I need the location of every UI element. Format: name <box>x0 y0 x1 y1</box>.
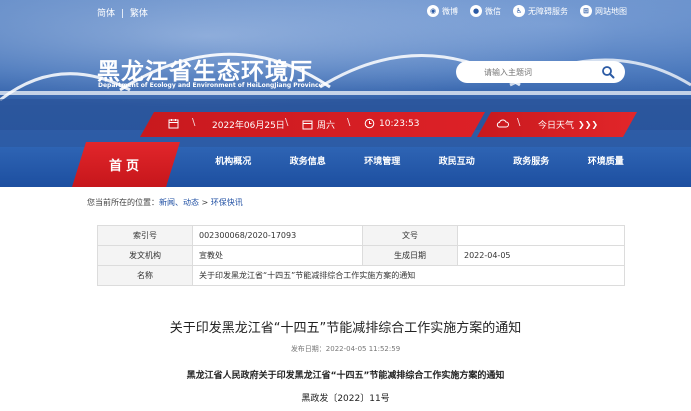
nav-item-government-info[interactable]: 政务信息 <box>271 154 346 167</box>
accessibility-icon: ♿ <box>513 5 525 17</box>
site-title[interactable]: 黑龙江省生态环境厅 <box>97 52 313 86</box>
lang-simplified[interactable]: 简体 <box>97 9 115 19</box>
language-switch: 简体 | 繁体 <box>97 6 151 19</box>
weather-separator: \ <box>517 117 521 128</box>
cloud-icon <box>496 118 509 129</box>
breadcrumb-prefix: 您当前所在的位置： <box>87 198 159 207</box>
weekday-separator: \ <box>285 117 289 128</box>
nav-item-government-services[interactable]: 政务服务 <box>494 154 569 167</box>
publish-date: 发布日期：2022-04-05 11:52:59 <box>290 345 401 353</box>
nav-item-organization[interactable]: 机构概况 <box>196 154 271 167</box>
meta-label-name: 名称 <box>97 265 193 286</box>
breadcrumb: 您当前所在的位置：新闻、动态 > 环保快讯 <box>87 197 243 208</box>
table-row: 索引号 002300068/2020-17093 文号 <box>97 225 625 246</box>
weekday-text: 周六 <box>317 121 336 131</box>
top-links: ◉ 微博 ● 微信 ♿ 无障碍服务 ⊞ 网站地图 <box>427 5 627 17</box>
breadcrumb-env-news[interactable]: 环保快讯 <box>211 198 243 207</box>
time-text: 10:23:53 <box>379 118 420 129</box>
time-group: 10:23:53 <box>364 118 419 129</box>
article-title: 关于印发黑龙江省“十四五”节能减排综合工作实施方案的通知 <box>169 321 522 336</box>
weibo-label: 微博 <box>442 6 458 16</box>
accessibility-link[interactable]: ♿ 无障碍服务 <box>513 5 568 17</box>
date-text: 2022年06月25日 <box>212 121 285 131</box>
wechat-label: 微信 <box>485 6 501 16</box>
nav-home[interactable]: 首页 <box>72 142 180 187</box>
meta-value-index: 002300068/2020-17093 <box>192 225 363 246</box>
date-separator: \ <box>192 117 196 128</box>
document-meta-table: 索引号 002300068/2020-17093 文号 发文机构 宣教处 生成日… <box>97 225 625 286</box>
meta-label-issuer: 发文机构 <box>97 245 193 266</box>
weather-text: 今日天气 <box>538 121 575 131</box>
weather-arrow-icon: ❯❯❯ <box>578 120 599 129</box>
sitemap-icon: ⊞ <box>580 5 592 17</box>
article-headline: 黑龙江省人民政府关于印发黑龙江省“十四五”节能减排综合工作实施方案的通知 <box>186 371 505 381</box>
table-row: 名称 关于印发黑龙江省“十四五”节能减排综合工作实施方案的通知 <box>97 265 625 286</box>
weekday-group: 周六 <box>302 118 335 131</box>
header-banner: 简体 | 繁体 ◉ 微博 ● 微信 ♿ 无障碍服务 ⊞ 网站地图 黑龙江省生态环… <box>0 0 691 187</box>
weibo-link[interactable]: ◉ 微博 <box>427 5 458 17</box>
meta-value-created: 2022-04-05 <box>457 245 625 266</box>
table-row: 发文机构 宣教处 生成日期 2022-04-05 <box>97 245 625 266</box>
sitemap-label: 网站地图 <box>595 6 627 16</box>
weibo-icon: ◉ <box>427 5 439 17</box>
nav-item-environment-quality[interactable]: 环境质量 <box>569 154 644 167</box>
top-bar: 简体 | 繁体 ◉ 微博 ● 微信 ♿ 无障碍服务 ⊞ 网站地图 <box>0 0 691 24</box>
lang-traditional[interactable]: 繁体 <box>130 9 148 19</box>
sitemap-link[interactable]: ⊞ 网站地图 <box>580 5 627 17</box>
wechat-icon: ● <box>470 5 482 17</box>
accessibility-label: 无障碍服务 <box>528 6 568 16</box>
meta-value-issuer: 宣教处 <box>192 245 363 266</box>
breadcrumb-separator: > <box>199 198 211 207</box>
wechat-link[interactable]: ● 微信 <box>470 5 501 17</box>
meta-value-docno <box>457 225 625 246</box>
lang-separator: | <box>120 9 124 19</box>
meta-label-created: 生成日期 <box>362 245 458 266</box>
breadcrumb-news[interactable]: 新闻、动态 <box>159 198 199 207</box>
nav-item-environment-management[interactable]: 环境管理 <box>345 154 420 167</box>
weekday-icon <box>302 120 313 130</box>
clock-icon <box>364 118 375 129</box>
search-icon[interactable] <box>601 65 615 79</box>
meta-label-docno: 文号 <box>362 225 458 246</box>
time-separator: \ <box>347 117 351 128</box>
meta-value-name: 关于印发黑龙江省“十四五”节能减排综合工作实施方案的通知 <box>192 265 625 286</box>
document-number: 黑政发〔2022〕11号 <box>301 394 390 404</box>
search-input[interactable] <box>484 67 594 77</box>
meta-label-index: 索引号 <box>97 225 193 246</box>
nav-item-public-interaction[interactable]: 政民互动 <box>420 154 495 167</box>
search-box <box>456 61 625 83</box>
calendar-icon <box>168 118 179 129</box>
weather-link[interactable]: 今日天气 ❯❯❯ <box>538 118 598 131</box>
site-subtitle: Department of Ecology and Environment of… <box>98 82 323 89</box>
nav-items: 机构概况 政务信息 环境管理 政民互动 政务服务 环境质量 <box>196 154 643 167</box>
